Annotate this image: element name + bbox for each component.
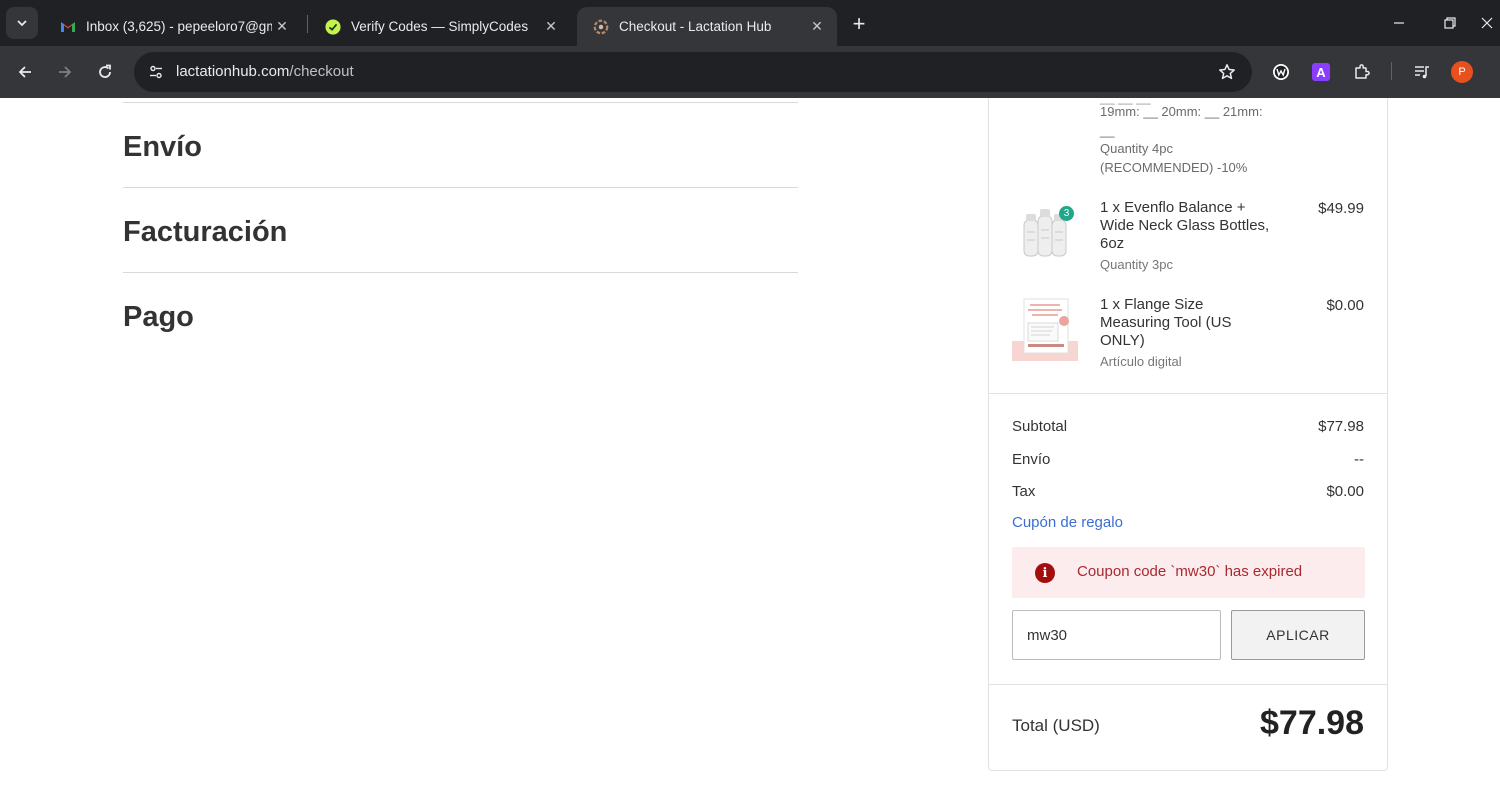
- arrow-left-icon: [18, 66, 31, 78]
- browser-tab-bar: Inbox (3,625) - pepeeloro7@gmail.com ✕ V…: [0, 0, 1500, 46]
- variant-line: Quantity 4pc: [1100, 141, 1173, 156]
- close-tab-icon[interactable]: ✕: [272, 17, 292, 37]
- restore-icon: [1444, 17, 1456, 29]
- item-name: 1 x Flange Size Measuring Tool (US ONLY): [1100, 296, 1232, 349]
- coupon-error-message: Coupon code `mw30` has expired: [1077, 563, 1303, 580]
- item-price: $0.00: [1326, 297, 1364, 314]
- star-icon: [1219, 64, 1235, 80]
- divider: [123, 272, 798, 273]
- tax-value: $0.00: [1326, 483, 1364, 500]
- extension-w-button[interactable]: [1269, 60, 1293, 84]
- divider: [123, 187, 798, 188]
- playlist-music-icon: [1415, 66, 1429, 79]
- site-info-button[interactable]: [142, 58, 170, 86]
- section-payment-title[interactable]: Pago: [123, 301, 194, 334]
- variant-line: (RECOMMENDED) -10%: [1100, 160, 1248, 175]
- avatar: P: [1451, 61, 1473, 83]
- tab-title: Inbox (3,625) - pepeeloro7@gmail.com: [86, 19, 272, 34]
- minimize-button[interactable]: [1373, 0, 1425, 46]
- simplycodes-icon: [325, 18, 341, 35]
- url-host: lactationhub.com: [176, 63, 290, 80]
- item-name: 1 x Evenflo Balance + Wide Neck Glass Bo…: [1100, 199, 1270, 252]
- address-bar[interactable]: lactationhub.com/checkout: [134, 52, 1252, 92]
- url-path: /checkout: [289, 63, 354, 80]
- restore-button[interactable]: [1424, 0, 1476, 46]
- tab-gmail[interactable]: Inbox (3,625) - pepeeloro7@gmail.com ✕: [44, 7, 306, 46]
- back-button[interactable]: [9, 56, 41, 88]
- reload-button[interactable]: [89, 56, 121, 88]
- close-tab-icon[interactable]: ✕: [807, 17, 827, 37]
- tab-lactationhub[interactable]: Checkout - Lactation Hub ✕: [577, 7, 837, 46]
- subtotal-label: Subtotal: [1012, 418, 1068, 435]
- divider: [989, 393, 1387, 394]
- error-info-icon: i: [1035, 563, 1055, 583]
- variant-line: 19mm: __ 20mm: __ 21mm:: [1100, 104, 1263, 119]
- coupon-code-input[interactable]: [1012, 610, 1221, 660]
- tab-separator: [307, 15, 308, 33]
- section-billing-title[interactable]: Facturación: [123, 216, 287, 249]
- tune-icon: [150, 65, 162, 79]
- shipping-label: Envío: [1012, 451, 1051, 468]
- profile-button[interactable]: P: [1450, 60, 1474, 84]
- tab-title: Checkout - Lactation Hub: [619, 19, 772, 34]
- close-tab-icon[interactable]: ✕: [541, 17, 561, 37]
- total-value: $77.98: [1260, 704, 1364, 742]
- puzzle-icon: [1355, 64, 1370, 79]
- coupon-error-alert: i Coupon code `mw30` has expired: [1012, 547, 1365, 598]
- toolbar-separator: [1391, 62, 1392, 80]
- media-control-button[interactable]: [1410, 60, 1434, 84]
- item-price: $49.99: [1318, 200, 1364, 217]
- extensions-button[interactable]: [1350, 60, 1374, 84]
- reload-icon: [99, 64, 111, 78]
- new-tab-button[interactable]: +: [846, 11, 872, 37]
- divider: [123, 102, 798, 103]
- minimize-icon: [1394, 22, 1404, 24]
- arrow-right-icon: [59, 66, 72, 78]
- extension-a-button[interactable]: A: [1309, 60, 1333, 84]
- lactationhub-icon: [593, 19, 609, 35]
- total-label: Total (USD): [1012, 716, 1100, 735]
- tax-label: Tax: [1012, 483, 1036, 500]
- section-shipping-title[interactable]: Envío: [123, 131, 202, 164]
- forward-button[interactable]: [49, 56, 81, 88]
- chevron-down-icon: [17, 20, 27, 27]
- close-icon: [1481, 17, 1493, 29]
- tab-simplycodes[interactable]: Verify Codes — SimplyCodes ✕: [309, 7, 571, 46]
- apply-coupon-button[interactable]: APLICAR: [1231, 610, 1365, 660]
- url-text: lactationhub.com/checkout: [176, 63, 354, 80]
- gmail-icon: [60, 19, 76, 35]
- bookmark-star-button[interactable]: [1216, 61, 1238, 83]
- w-logo-icon: [1273, 64, 1289, 80]
- close-window-button[interactable]: [1474, 0, 1500, 46]
- variant-line: __: [1100, 123, 1115, 138]
- avatar-initial: P: [1458, 66, 1466, 78]
- a-logo-icon: A: [1312, 63, 1330, 81]
- item-variant: Artículo digital: [1100, 354, 1182, 369]
- gift-coupon-link[interactable]: Cupón de regalo: [1012, 514, 1123, 531]
- item-variant: Quantity 3pc: [1100, 257, 1173, 272]
- tab-title: Verify Codes — SimplyCodes: [351, 19, 529, 34]
- product-image-measuring-tool: [1012, 295, 1078, 361]
- extension-a-label: A: [1316, 64, 1326, 80]
- tab-search-button[interactable]: [6, 7, 38, 39]
- divider: [989, 684, 1387, 685]
- quantity-badge: 3: [1059, 206, 1074, 221]
- subtotal-value: $77.98: [1318, 418, 1364, 435]
- shipping-value: --: [1354, 451, 1364, 468]
